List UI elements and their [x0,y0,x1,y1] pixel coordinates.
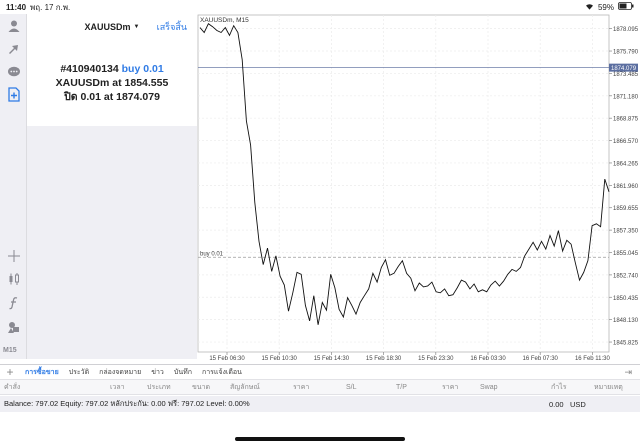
order-panel: XAUUSDm ▼ เสร็จสิ้น #410940134 buy 0.01 … [27,14,197,359]
status-time: 11:40 [6,2,27,12]
order-close-prefix: ปิด 0.01 at [64,91,114,103]
x-tick-label: 16 Feb 03:30 [470,356,506,362]
x-tick-label: 15 Feb 14:30 [314,356,350,362]
col-tp[interactable]: T/P [396,384,407,391]
login-icon[interactable] [6,41,21,56]
x-tick-label: 15 Feb 06:30 [209,356,245,362]
col-swap[interactable]: Swap [480,384,498,391]
order-line-2: XAUUSDm at 1854.555 [27,76,197,90]
buy-level-label: buy 0.01 [200,251,224,257]
function-icon[interactable] [6,295,21,310]
y-tick-label: 1868.875 [613,117,639,123]
y-tick-label: 1845.825 [613,341,639,347]
y-tick-label: 1855.045 [613,251,639,257]
col-sl[interactable]: S/L [346,384,357,391]
account-currency: USD [570,399,586,409]
col-profit[interactable]: กำไร [551,382,566,393]
col-time[interactable]: เวลา [110,382,125,393]
chat-icon[interactable] [6,64,21,79]
tab-journal[interactable]: บันทึก [169,367,197,378]
bottom-tab-bar: + การซื้อขาย ประวัติ กล่องจดหมาย ข่าว บั… [0,364,640,379]
col-price[interactable]: ราคา [293,382,309,393]
order-summary: #410940134 buy 0.01 XAUUSDm at 1854.555 … [27,62,197,104]
symbol-name: XAUUSDm [84,22,131,32]
tab-mailbox[interactable]: กล่องจดหมาย [94,367,146,378]
status-right: 59% [585,2,634,12]
y-tick-label: 1864.265 [613,161,639,167]
order-id: #410940134 [60,63,119,75]
y-tick-label: 1850.435 [613,296,639,302]
order-line-1: #410940134 buy 0.01 [27,62,197,76]
current-price-label: 1874.079 [611,66,637,72]
col-symbol[interactable]: สัญลักษณ์ [230,382,260,393]
col-comment[interactable]: หมายเหตุ [594,382,623,393]
tab-alerts[interactable]: การแจ้งเตือน [197,367,247,378]
y-tick-label: 1859.655 [613,206,639,212]
y-tick-label: 1873.485 [613,72,639,78]
y-tick-label: 1861.960 [613,184,639,190]
symbol-selector[interactable]: XAUUSDm ▼ เสร็จสิ้น [27,14,197,40]
col-volume[interactable]: ขนาด [192,382,210,393]
col-type[interactable]: ประเภท [147,382,171,393]
y-tick-label: 1866.570 [613,139,639,145]
col-price-current[interactable]: ราคา [442,382,458,393]
chevron-down-icon: ▼ [133,24,140,30]
plot-area [197,14,610,353]
tab-trade[interactable]: การซื้อขาย [20,367,64,378]
tab-news[interactable]: ข่าว [146,367,169,378]
x-tick-label: 16 Feb 07:30 [523,356,559,362]
done-button[interactable]: เสร็จสิ้น [157,20,187,34]
crosshair-icon[interactable] [6,248,21,263]
order-open-price: 1854.555 [124,77,169,89]
new-order-icon[interactable] [6,87,21,102]
y-tick-label: 1857.350 [613,229,639,235]
x-tick-label: 16 Feb 11:30 [575,356,611,362]
x-tick-label: 15 Feb 10:30 [262,356,298,362]
price-chart[interactable]: 1878.095 1875.790 1873.485 1871.180 1868.875… [197,14,640,364]
user-icon[interactable] [6,18,21,33]
wifi-icon [585,3,594,12]
order-line-3: ปิด 0.01 at 1874.079 [27,90,197,104]
orders-table-header: คำสั่ง เวลา ประเภท ขนาด สัญลักษณ์ ราคา S… [0,379,640,395]
y-tick-label: 1852.740 [613,273,639,279]
y-tick-label: 1875.790 [613,50,639,56]
add-icon[interactable]: + [0,365,20,379]
battery-percent: 59% [597,2,614,12]
chart-svg[interactable]: 1878.095 1875.790 1873.485 1871.180 1868.875… [197,14,640,364]
balance-text: Balance: 797.02 Equity: 797.02 หลักประกั… [4,399,250,408]
order-open-prefix: XAUUSDm at [55,77,122,89]
timeframe-label[interactable]: M15 [3,347,17,354]
objects-icon[interactable] [6,319,21,334]
x-tick-label: 15 Feb 23:30 [418,356,454,362]
y-tick-label: 1848.130 [613,318,639,324]
status-date: พฤ. 17 ก.พ. [30,2,71,12]
col-order[interactable]: คำสั่ง [4,382,20,393]
y-tick-label: 1878.095 [613,27,639,33]
total-profit: 0.00 [549,399,564,409]
order-panel-card: XAUUSDm ▼ เสร็จสิ้น #410940134 buy 0.01 … [27,14,197,126]
status-bar: 11:40 พฤ. 17 ก.พ. 59% [0,0,640,14]
home-indicator[interactable] [235,437,405,441]
order-side: buy 0.01 [121,63,164,75]
y-tick-label: 1871.180 [613,94,639,100]
order-close-price: 1874.079 [116,91,160,103]
tab-history[interactable]: ประวัติ [64,367,94,378]
expand-panel-icon[interactable]: ⇥ [624,367,640,378]
battery-icon [618,2,634,12]
left-toolbar: M15 [0,14,27,359]
balance-row: Balance: 797.02 Equity: 797.02 หลักประกั… [0,396,640,412]
candles-icon[interactable] [6,271,21,286]
chart-title: XAUUSDm, M15 [200,17,249,24]
x-tick-label: 15 Feb 18:30 [366,356,402,362]
